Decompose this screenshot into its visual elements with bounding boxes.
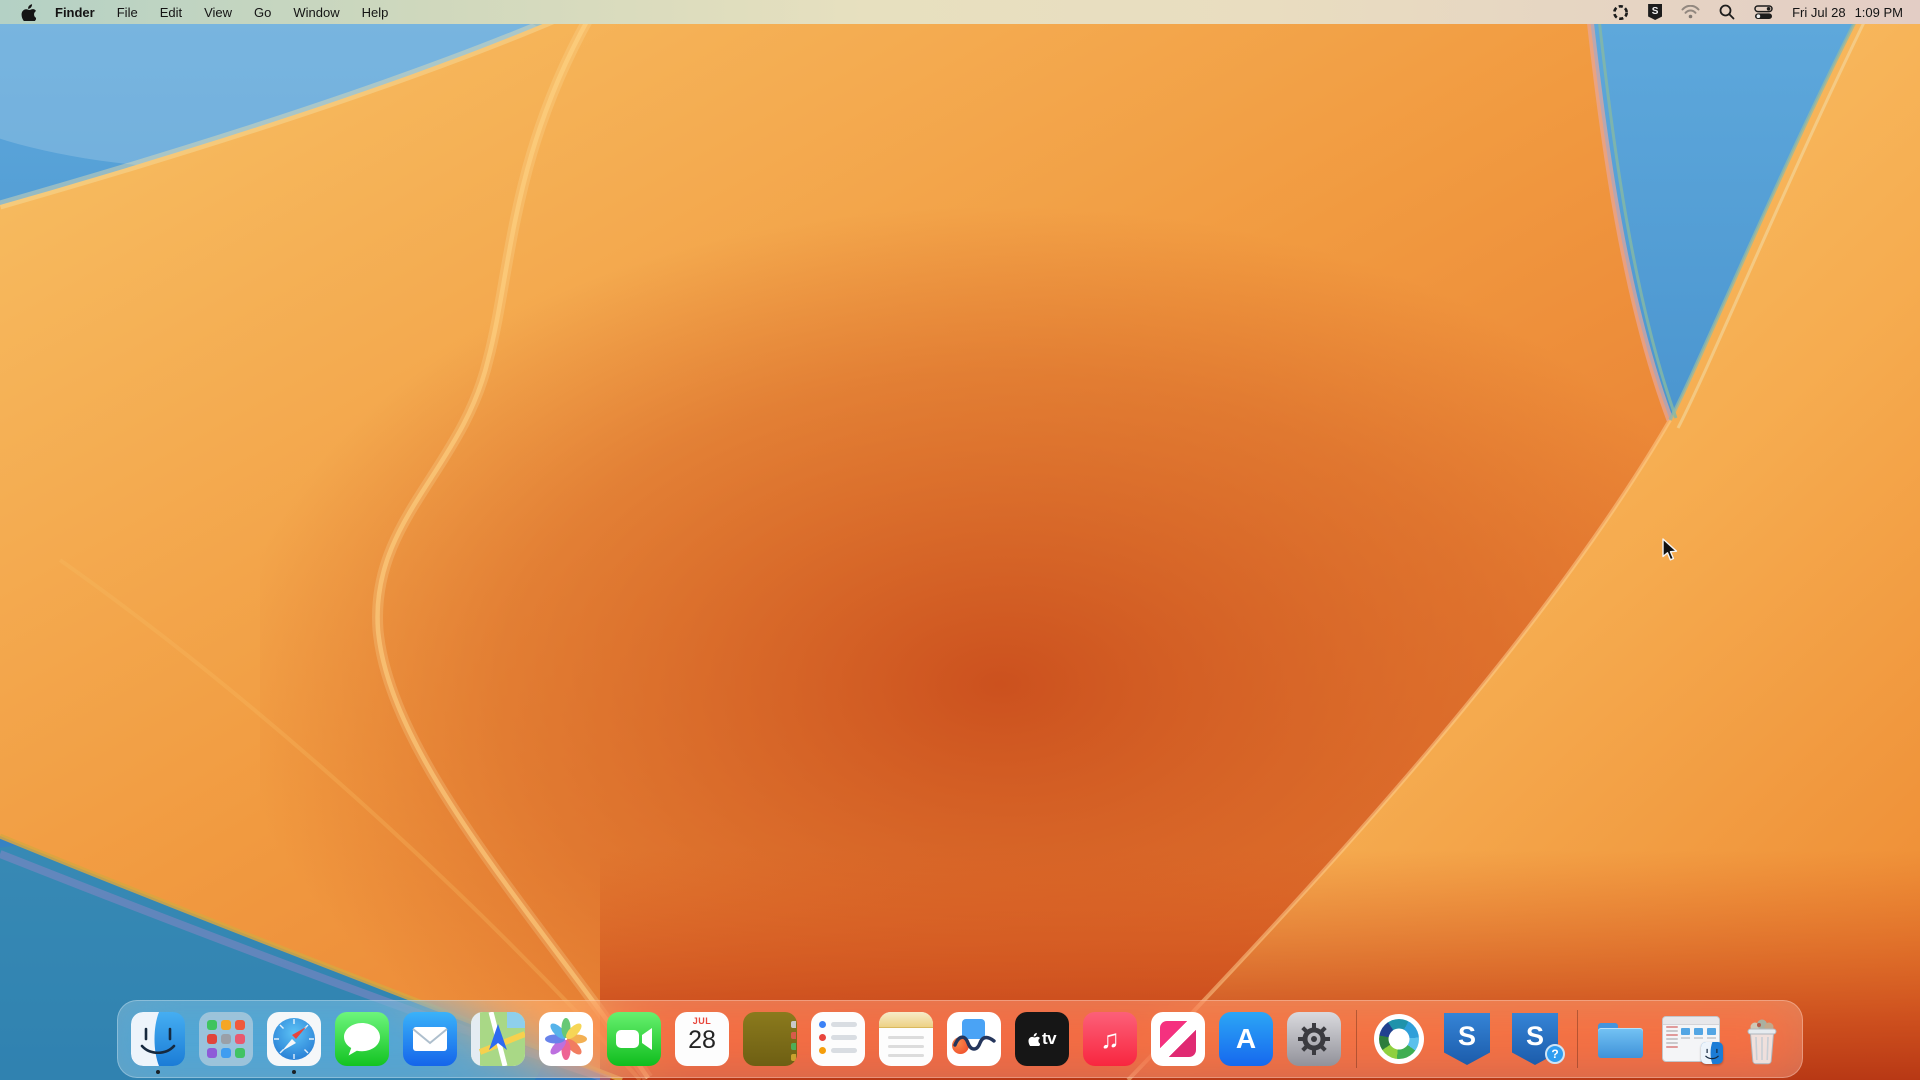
dock-item-shield-s-help-app[interactable]: S ? [1508,1012,1562,1066]
apple-menu[interactable] [16,0,40,24]
search-icon[interactable] [1719,0,1735,24]
dock-item-ring-app[interactable] [1372,1012,1426,1066]
dock-item-mail[interactable] [403,1012,457,1066]
music-icon: ♫ [1083,1012,1137,1066]
dock-item-finder[interactable] [131,1012,185,1066]
shield-letter: S [1526,1023,1544,1050]
dock-item-contacts[interactable] [743,1012,797,1066]
music-note-glyph: ♫ [1100,1026,1120,1052]
dock-item-launchpad[interactable] [199,1012,253,1066]
dock-item-notes[interactable] [879,1012,933,1066]
dock-item-photos[interactable] [539,1012,593,1066]
dock-separator [1356,1010,1357,1068]
question-badge: ? [1545,1044,1565,1064]
calendar-month: JUL [675,1017,729,1026]
date-text: Fri Jul 28 [1792,5,1845,20]
dock-item-apple-tv[interactable]: tv [1015,1012,1069,1066]
finder-icon [131,1012,185,1066]
mail-icon [403,1012,457,1066]
calendar-day: 28 [675,1026,729,1055]
facetime-icon [607,1012,661,1066]
segmented-circle-icon[interactable] [1612,0,1629,24]
menu-bar-status-area: S Fri Jul [1612,0,1920,24]
shield-letter: S [1458,1023,1476,1050]
dock-item-safari[interactable] [267,1012,321,1066]
dock-item-reminders[interactable] [811,1012,865,1066]
dock-item-news[interactable] [1151,1012,1205,1066]
safari-icon [267,1012,321,1066]
contacts-icon [743,1012,797,1066]
messages-icon [335,1012,389,1066]
dock-item-freeform[interactable] [947,1012,1001,1066]
running-indicator [156,1070,160,1074]
notes-icon [879,1012,933,1066]
dock-separator [1577,1010,1578,1068]
dock-item-system-settings[interactable] [1287,1012,1341,1066]
trash-full-icon [1735,1012,1789,1066]
menu-item-edit[interactable]: Edit [149,0,193,24]
app-store-letter: A [1236,1025,1256,1053]
photos-icon [539,1012,593,1066]
dock-item-minimized-finder-window[interactable] [1661,1012,1721,1066]
shield-s-icon[interactable]: S [1648,0,1662,24]
news-icon [1151,1012,1205,1066]
tv-label: tv [1042,1029,1056,1049]
menu-item-go[interactable]: Go [243,0,282,24]
reminders-icon [811,1012,865,1066]
wifi-icon[interactable] [1681,0,1700,24]
freeform-icon [947,1012,1001,1066]
time-text: 1:09 PM [1855,5,1903,20]
menu-bar: Finder File Edit View Go Window Help S [0,0,1920,24]
dock-item-trash[interactable] [1735,1012,1789,1066]
dock-item-maps[interactable] [471,1012,525,1066]
menu-item-active-app[interactable]: Finder [44,0,106,24]
finder-badge-icon [1701,1042,1723,1064]
shield-s-app-icon: S [1440,1012,1494,1066]
shield-s-letter: S [1652,7,1659,17]
minimized-window-thumbnail [1662,1016,1720,1062]
apple-logo-icon [21,3,36,21]
menu-item-view[interactable]: View [193,0,243,24]
dock-item-music[interactable]: ♫ [1083,1012,1137,1066]
menu-bar-clock[interactable]: Fri Jul 28 1:09 PM [1792,5,1903,20]
folder-icon [1593,1012,1647,1066]
dock-item-downloads-folder[interactable] [1593,1012,1647,1066]
app-store-icon: A [1219,1012,1273,1066]
launchpad-icon [199,1012,253,1066]
dock: JUL 28 [117,1000,1803,1078]
maps-icon [471,1012,525,1066]
dock-item-calendar[interactable]: JUL 28 [675,1012,729,1066]
control-center-icon[interactable] [1754,0,1773,24]
gear-icon [1294,1019,1334,1059]
menu-item-help[interactable]: Help [351,0,400,24]
running-indicator [292,1070,296,1074]
system-settings-icon [1287,1012,1341,1066]
dock-item-shield-s-app[interactable]: S [1440,1012,1494,1066]
desktop-wallpaper [0,0,1920,1080]
shield-s-help-app-icon: S ? [1508,1012,1562,1066]
dock-item-facetime[interactable] [607,1012,661,1066]
dock-item-app-store[interactable]: A [1219,1012,1273,1066]
menu-bar-left: Finder File Edit View Go Window Help [0,0,399,24]
menu-item-file[interactable]: File [106,0,149,24]
calendar-icon: JUL 28 [675,1012,729,1066]
menu-item-window[interactable]: Window [282,0,350,24]
mouse-cursor [1662,538,1679,567]
ring-app-icon [1372,1012,1426,1066]
dock-item-messages[interactable] [335,1012,389,1066]
apple-tv-icon: tv [1015,1012,1069,1066]
apple-logo-glyph [1028,1032,1040,1046]
